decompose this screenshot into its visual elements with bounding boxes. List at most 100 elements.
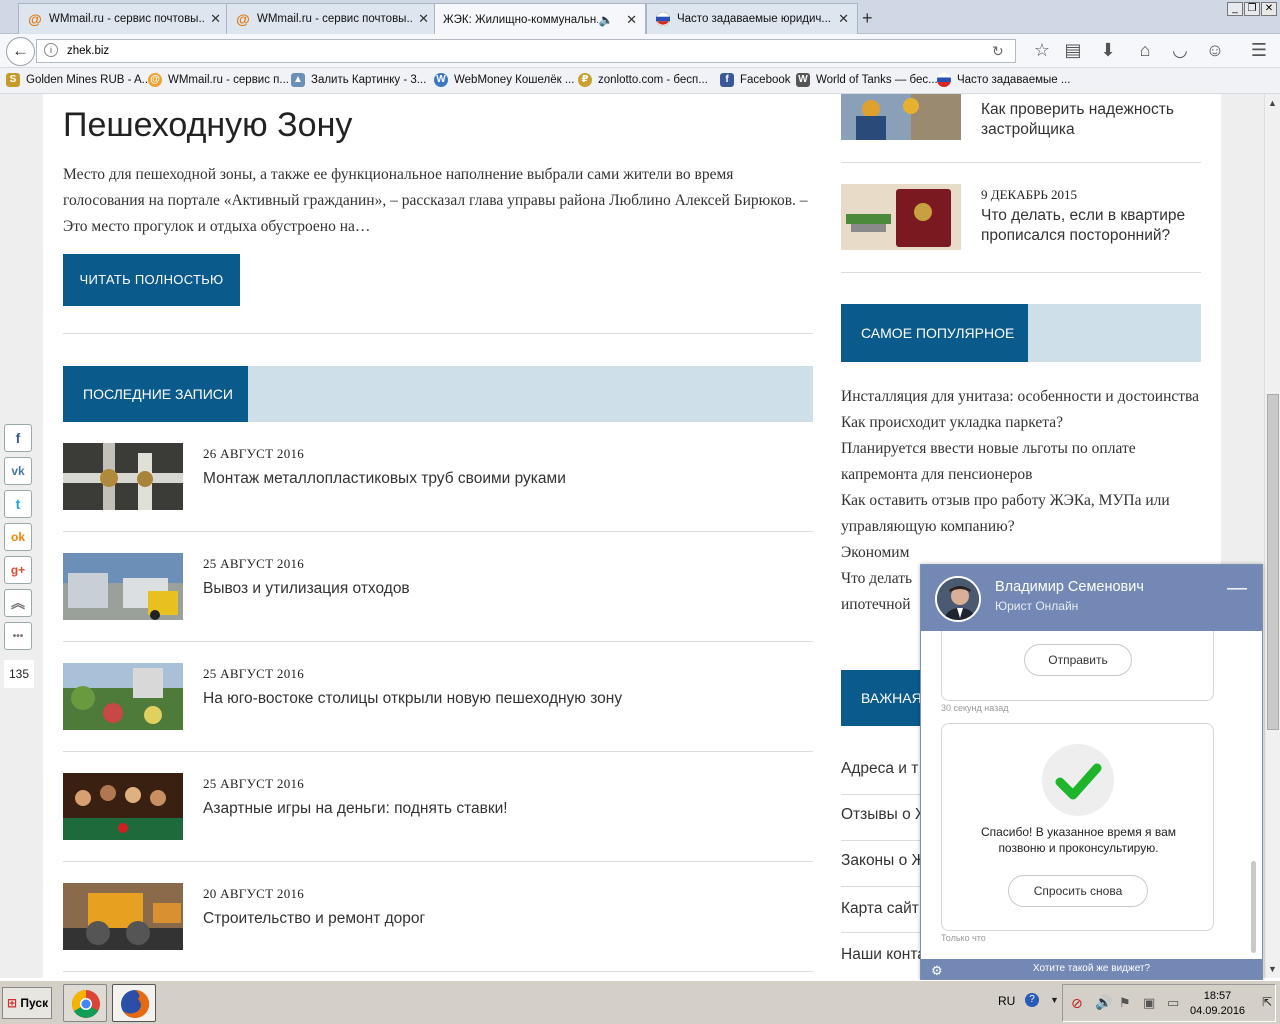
chat-header[interactable]: Владимир Семенович Юрист Онлайн —: [921, 565, 1262, 631]
bookmark-6[interactable]: f Facebook: [720, 73, 791, 87]
tab-1[interactable]: @ WMmail.ru - сервис почтовы... ✕: [18, 3, 230, 34]
google-plus-share-button[interactable]: g+: [4, 556, 32, 584]
chat-icon[interactable]: ☺: [1204, 40, 1226, 61]
show-desktop-icon[interactable]: ⇱: [1262, 995, 1272, 1009]
post-title[interactable]: Что делать, если в квартире прописался п…: [981, 206, 1201, 246]
sidebar-post[interactable]: 9 ДЕКАБРЬ 2015 Что делать, если в кварти…: [841, 184, 1201, 254]
post-thumbnail[interactable]: [841, 94, 961, 140]
chat-footer[interactable]: ⚙ Хотите такой же виджет?: [921, 959, 1262, 979]
scroll-up-arrow-icon[interactable]: ▲: [1268, 98, 1277, 108]
article-headline[interactable]: Пешеходную Зону: [63, 106, 352, 145]
bookmark-8[interactable]: Часто задаваемые ...: [937, 73, 1070, 87]
back-button[interactable]: ←: [6, 37, 35, 66]
display-icon[interactable]: ▣: [1143, 995, 1155, 1011]
send-button[interactable]: Отправить: [1024, 644, 1132, 676]
firefox-taskbar-button[interactable]: [112, 984, 156, 1022]
download-icon[interactable]: ⬇: [1097, 40, 1119, 61]
url-input[interactable]: zhek.biz: [36, 39, 1016, 63]
post-thumbnail[interactable]: [841, 184, 961, 250]
widget-promo-link[interactable]: Хотите такой же виджет?: [1033, 963, 1150, 974]
sidebar-link[interactable]: Отзывы о Ж: [841, 806, 929, 824]
pocket-icon[interactable]: ◡: [1169, 40, 1191, 61]
new-tab-button[interactable]: +: [862, 8, 873, 29]
post-thumbnail[interactable]: [63, 663, 183, 730]
post-title[interactable]: Строительство и ремонт дорог: [203, 910, 425, 928]
latest-posts-title: ПОСЛЕДНИЕ ЗАПИСИ: [63, 366, 248, 422]
bookmark-7[interactable]: W World of Tanks — бес...: [796, 73, 938, 87]
scroll-down-arrow-icon[interactable]: ▼: [1268, 964, 1277, 974]
post-item[interactable]: 25 АВГУСТ 2016 Вывоз и утилизация отходо…: [63, 553, 813, 663]
post-title[interactable]: Монтаж металлопластиковых труб своими ру…: [203, 470, 566, 488]
post-title[interactable]: Вывоз и утилизация отходов: [203, 580, 410, 598]
menu-icon[interactable]: ☰: [1248, 40, 1270, 61]
close-icon[interactable]: ✕: [210, 11, 221, 27]
home-icon[interactable]: ⌂: [1134, 40, 1156, 61]
vk-share-button[interactable]: vk: [4, 457, 32, 485]
chat-messages: Отправить 30 секунд назад Спасибо! В ука…: [921, 631, 1262, 959]
popular-header: САМОЕ ПОПУЛЯРНОЕ: [841, 304, 1201, 362]
reading-list-icon[interactable]: ▤: [1062, 40, 1084, 61]
scrollbar-thumb[interactable]: [1267, 394, 1279, 730]
post-item[interactable]: 25 АВГУСТ 2016 На юго-востоке столицы от…: [63, 663, 813, 773]
info-icon[interactable]: i: [44, 43, 58, 57]
post-title[interactable]: На юго-востоке столицы открыли новую пеш…: [203, 690, 622, 708]
post-item[interactable]: 20 АВГУСТ 2016 Строительство и ремонт до…: [63, 883, 813, 978]
post-thumbnail[interactable]: [63, 443, 183, 510]
twitter-share-button[interactable]: t: [4, 490, 32, 518]
sidebar-post[interactable]: Как проверить надежность застройщика: [841, 94, 1201, 164]
tab-2[interactable]: @ WMmail.ru - сервис почтовы... ✕: [226, 3, 438, 34]
scroll-up-button[interactable]: ︽: [4, 589, 32, 617]
sidebar-link[interactable]: Карта сайт: [841, 900, 919, 918]
post-item[interactable]: 26 АВГУСТ 2016 Монтаж металлопластиковых…: [63, 443, 813, 553]
page-scrollbar[interactable]: ▲ ▼: [1264, 94, 1280, 978]
read-more-button[interactable]: ЧИТАТЬ ПОЛНОСТЬЮ: [63, 254, 240, 306]
sidebar-link[interactable]: Адреса и т: [841, 760, 918, 778]
popular-link[interactable]: Экономим: [841, 540, 1201, 566]
close-window-button[interactable]: ✕: [1261, 2, 1277, 16]
star-icon[interactable]: ☆: [1031, 40, 1053, 61]
keyboard-language[interactable]: RU: [998, 994, 1015, 1008]
gear-icon[interactable]: ⚙: [931, 961, 943, 981]
post-title[interactable]: Как проверить надежность застройщика: [981, 100, 1201, 140]
facebook-share-button[interactable]: f: [4, 424, 32, 452]
odnoklassniki-share-button[interactable]: ok: [4, 523, 32, 551]
bookmark-2[interactable]: @ WMmail.ru - сервис п...: [148, 73, 289, 87]
tab-3[interactable]: ЖЭК: Жилищно-коммунальн... 🔈 ✕: [434, 3, 646, 35]
popular-link[interactable]: Как происходит укладка паркета?: [841, 410, 1201, 436]
post-thumbnail[interactable]: [63, 553, 183, 620]
sidebar-link[interactable]: Наши конта: [841, 946, 926, 964]
popular-link[interactable]: Планируется ввести новые льготы по оплат…: [841, 436, 1201, 488]
clock[interactable]: 18:57 04.09.2016: [1190, 989, 1245, 1019]
battery-icon[interactable]: ▭: [1167, 995, 1179, 1011]
minimize-chat-button[interactable]: —: [1227, 577, 1247, 600]
popular-link[interactable]: Инсталляция для унитаза: особенности и д…: [841, 384, 1201, 410]
speaker-icon[interactable]: 🔈: [598, 12, 614, 28]
reload-icon[interactable]: ↻: [992, 43, 1004, 60]
tray-expand-icon[interactable]: ▼: [1050, 995, 1059, 1005]
bookmark-3[interactable]: ▲ Залить Картинку - 3...: [291, 73, 426, 87]
tab-4[interactable]: Часто задаваемые юридич... ✕: [646, 3, 858, 34]
bookmark-5[interactable]: ₽ zonlotto.com - бесп...: [578, 73, 708, 87]
start-button[interactable]: ⊞ Пуск: [2, 987, 52, 1019]
popular-link[interactable]: Как оставить отзыв про работу ЖЭКа, МУПа…: [841, 488, 1201, 540]
close-icon[interactable]: ✕: [418, 11, 429, 27]
bookmark-1[interactable]: S Golden Mines RUB - A...: [6, 73, 151, 87]
chrome-taskbar-button[interactable]: [63, 984, 107, 1022]
chat-scrollbar[interactable]: [1251, 861, 1256, 953]
bookmark-4[interactable]: W WebMoney Кошелёк ...: [434, 73, 574, 87]
close-icon[interactable]: ✕: [838, 11, 849, 27]
post-thumbnail[interactable]: [63, 773, 183, 840]
close-icon[interactable]: ✕: [626, 12, 637, 28]
network-icon[interactable]: ⚑: [1119, 995, 1131, 1011]
restore-window-button[interactable]: ❐: [1244, 2, 1260, 16]
more-share-button[interactable]: •••: [4, 622, 32, 650]
sidebar-link[interactable]: Законы о Ж: [841, 852, 926, 870]
post-item[interactable]: 25 АВГУСТ 2016 Азартные игры на деньги: …: [63, 773, 813, 883]
security-icon[interactable]: ⊘: [1071, 995, 1083, 1012]
post-title[interactable]: Азартные игры на деньги: поднять ставки!: [203, 800, 508, 818]
volume-icon[interactable]: 🔊: [1095, 994, 1112, 1011]
minimize-window-button[interactable]: _: [1227, 2, 1243, 16]
help-icon[interactable]: ?: [1025, 993, 1039, 1007]
post-thumbnail[interactable]: [63, 883, 183, 950]
ask-again-button[interactable]: Спросить снова: [1008, 875, 1148, 907]
